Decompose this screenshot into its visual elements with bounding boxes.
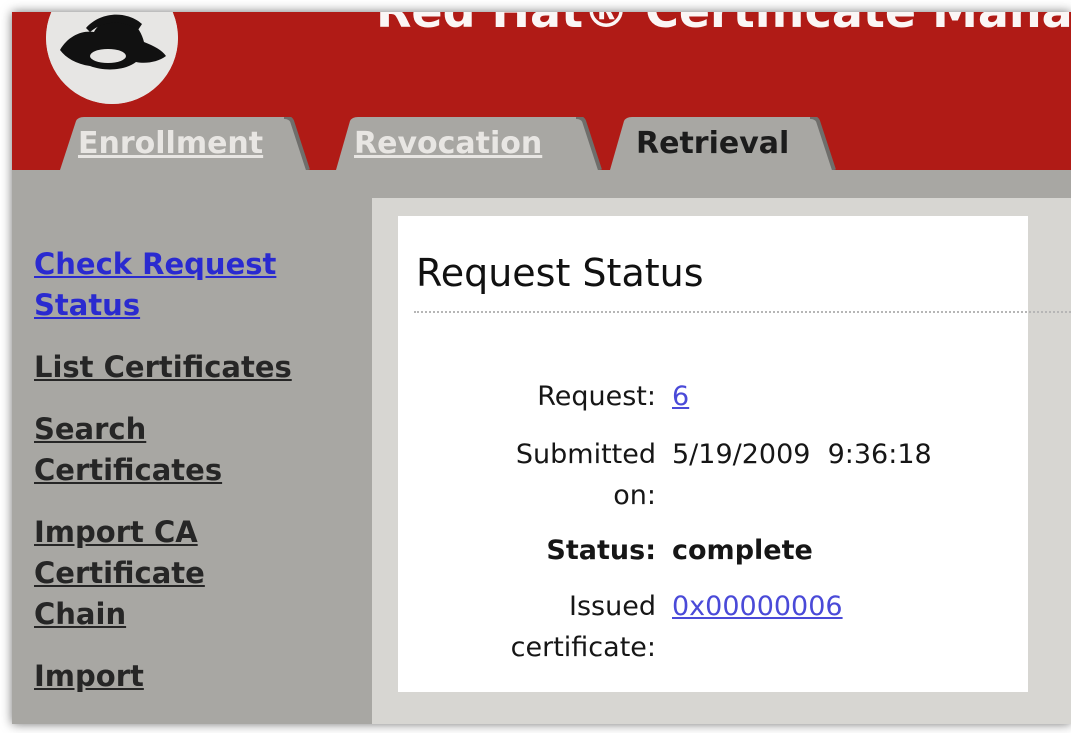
main-panel: Request Status Request: 6 Submitted on: … — [372, 198, 1071, 724]
sidebar-item-search-certificates[interactable]: Search Certificates — [34, 409, 264, 491]
sidebar-nav: Check Request Status List Certificates S… — [34, 244, 364, 718]
sidebar-item-import[interactable]: Import — [34, 656, 364, 697]
page-header: Red Hat® Certificate Manag Enrollment Re… — [12, 12, 1071, 170]
submitted-on-value: 5/19/2009 9:36:18 — [672, 439, 932, 470]
request-status-card: Request Status Request: 6 Submitted on: … — [398, 216, 1071, 692]
status-label: Status: — [546, 535, 656, 566]
issued-certificate-label: Issued certificate: — [510, 591, 656, 663]
tab-revocation-label: Revocation — [354, 126, 543, 161]
tab-retrieval-label: Retrieval — [636, 126, 790, 161]
sidebar-item-import-ca-certificate-chain[interactable]: Import CA Certificate Chain — [34, 512, 234, 635]
tab-enrollment-label: Enrollment — [78, 126, 264, 161]
title-divider — [414, 311, 1071, 313]
sidebar-item-check-request-status[interactable]: Check Request Status — [34, 244, 314, 326]
request-number-link[interactable]: 6 — [672, 376, 689, 417]
sidebar-item-list-certificates[interactable]: List Certificates — [34, 347, 334, 388]
status-value: complete — [672, 535, 813, 566]
tab-enrollment[interactable]: Enrollment — [52, 117, 314, 170]
app-title: Red Hat® Certificate Manag — [376, 12, 1071, 34]
request-label: Request: — [537, 381, 656, 412]
issued-certificate-link[interactable]: 0x00000006 — [672, 586, 843, 627]
browser-viewport: Red Hat® Certificate Manag Enrollment Re… — [12, 12, 1071, 724]
red-hat-logo — [46, 12, 178, 104]
page-title: Request Status — [416, 251, 704, 295]
tab-retrieval[interactable]: Retrieval — [604, 117, 840, 170]
tab-revocation[interactable]: Revocation — [328, 117, 606, 170]
submitted-on-label: Submitted on: — [515, 439, 656, 511]
